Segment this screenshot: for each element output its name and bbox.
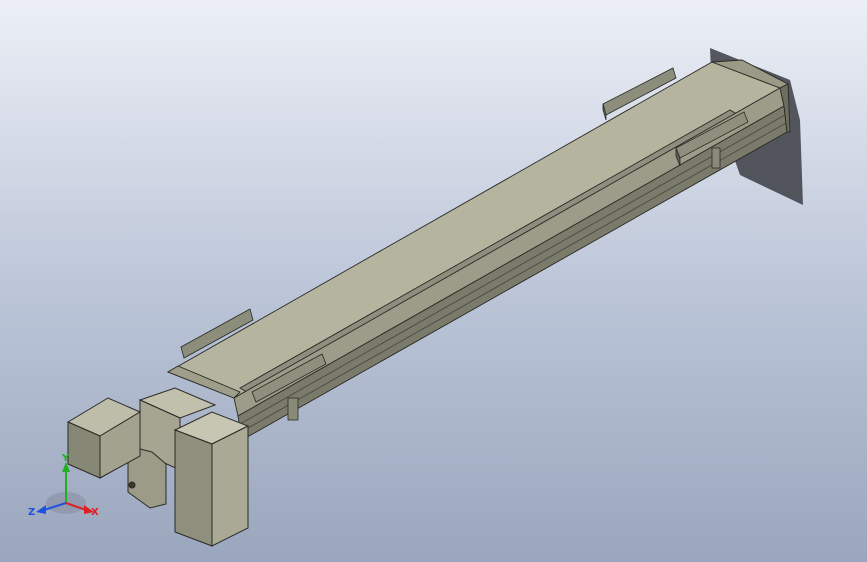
motor-cover-side xyxy=(211,425,249,547)
triad-z-arrow-icon xyxy=(36,505,46,514)
cad-model-canvas[interactable]: Y X Z xyxy=(0,0,867,562)
extrusion-profile xyxy=(237,105,788,441)
triad-x-label: X xyxy=(91,507,99,518)
triad-z-label: Z xyxy=(28,507,35,518)
motor-assembly xyxy=(66,387,250,547)
cad-3d-viewport[interactable]: Y X Z xyxy=(0,0,867,562)
actuator-body xyxy=(166,59,791,441)
top-cover xyxy=(166,61,782,399)
triad-y-label: Y xyxy=(61,453,70,464)
motor-cover-front xyxy=(174,429,213,547)
